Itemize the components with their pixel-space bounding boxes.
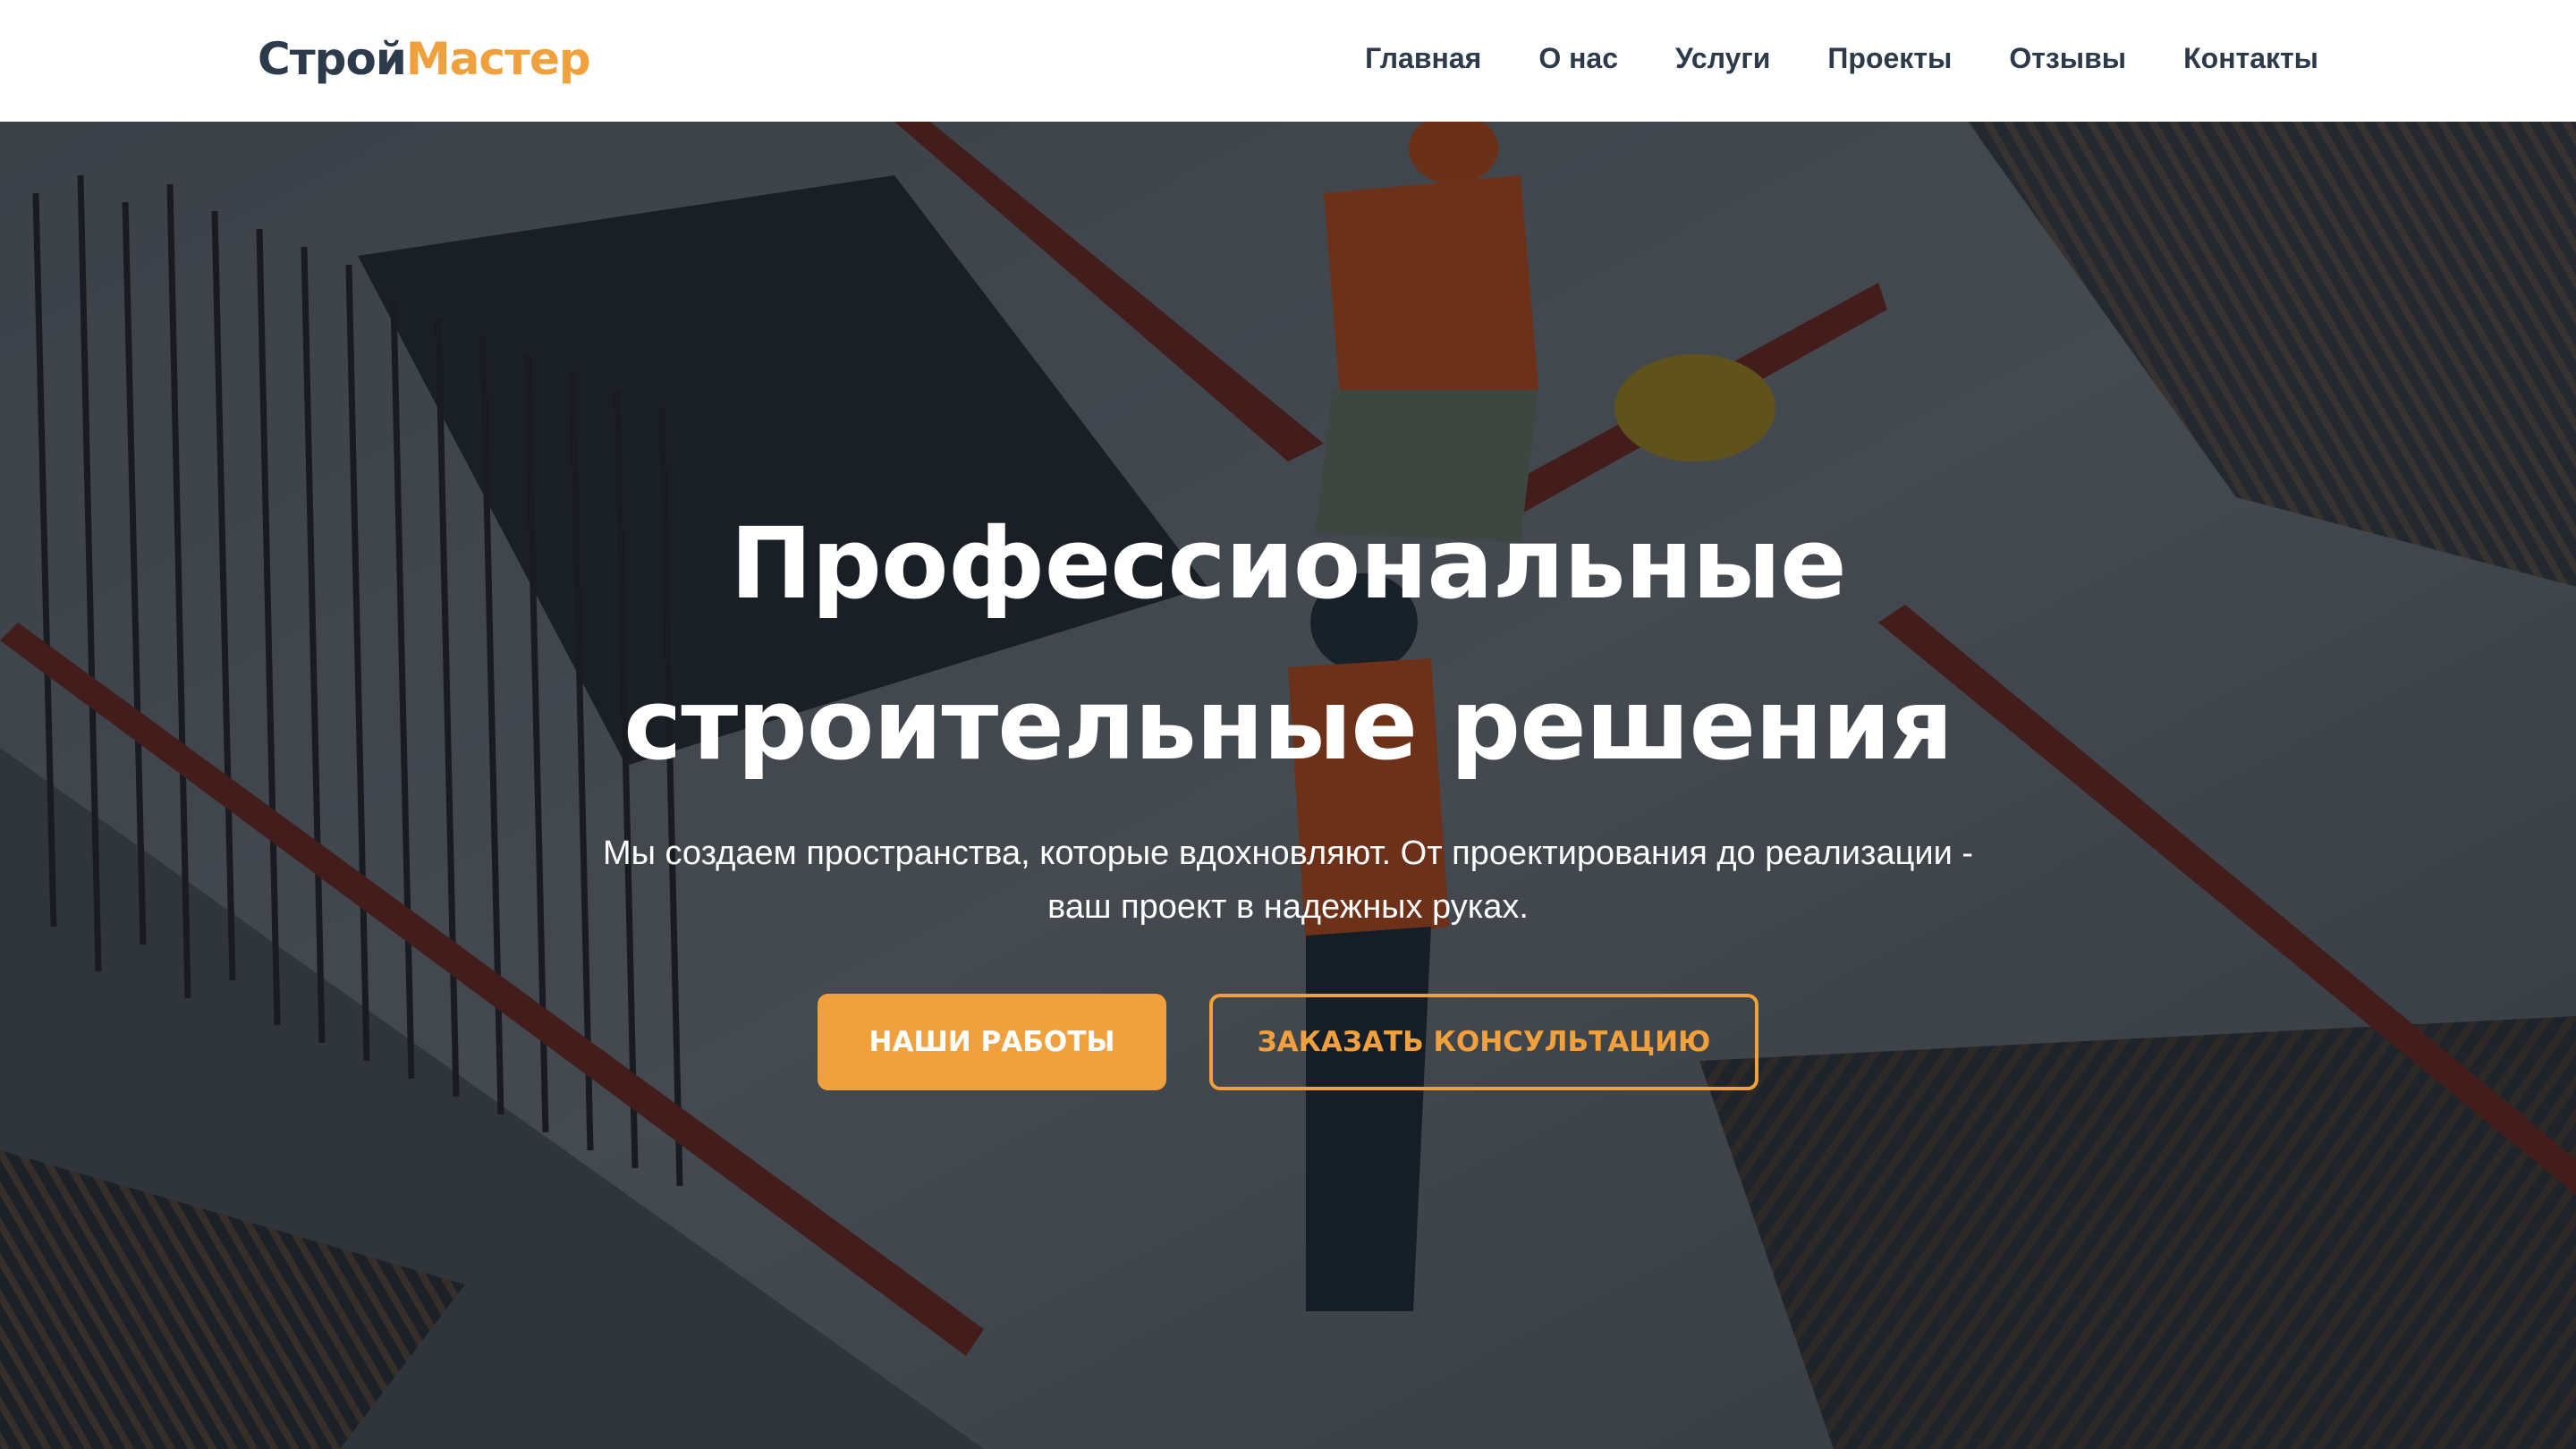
nav-link-reviews[interactable]: Отзывы <box>2009 36 2126 80</box>
hero-subtitle-line-2: ваш проект в надежных руках. <box>1047 888 1529 926</box>
hero-subtitle: Мы создаем пространства, которые вдохнов… <box>483 826 2093 934</box>
nav-link-projects[interactable]: Проекты <box>1827 36 1952 80</box>
nav-link-contacts[interactable]: Контакты <box>2183 36 2318 80</box>
logo-part-1: Строй <box>258 33 407 85</box>
our-works-button[interactable]: НАШИ РАБОТЫ <box>818 994 1166 1090</box>
main-nav: Главная О нас Услуги Проекты Отзывы Конт… <box>1365 36 2318 80</box>
logo-part-2: Мастер <box>405 33 591 85</box>
hero-title: Профессиональные строительные решения <box>0 483 2576 805</box>
hero-section: Профессиональные строительные решения Мы… <box>0 122 2576 1449</box>
nav-link-home[interactable]: Главная <box>1365 36 1481 80</box>
nav-link-about[interactable]: О нас <box>1538 36 1618 80</box>
order-consultation-button[interactable]: ЗАКАЗАТЬ КОНСУЛЬТАЦИЮ <box>1209 994 1758 1090</box>
hero-title-line-2: строительные решения <box>623 667 1953 782</box>
hero-title-line-1: Профессиональные <box>730 506 1847 621</box>
hero-subtitle-line-1: Мы создаем пространства, которые вдохнов… <box>602 835 1974 872</box>
site-logo[interactable]: СтройМастер <box>258 30 591 88</box>
nav-link-services[interactable]: Услуги <box>1675 36 1770 80</box>
site-header: СтройМастер Главная О нас Услуги Проекты… <box>0 0 2576 122</box>
